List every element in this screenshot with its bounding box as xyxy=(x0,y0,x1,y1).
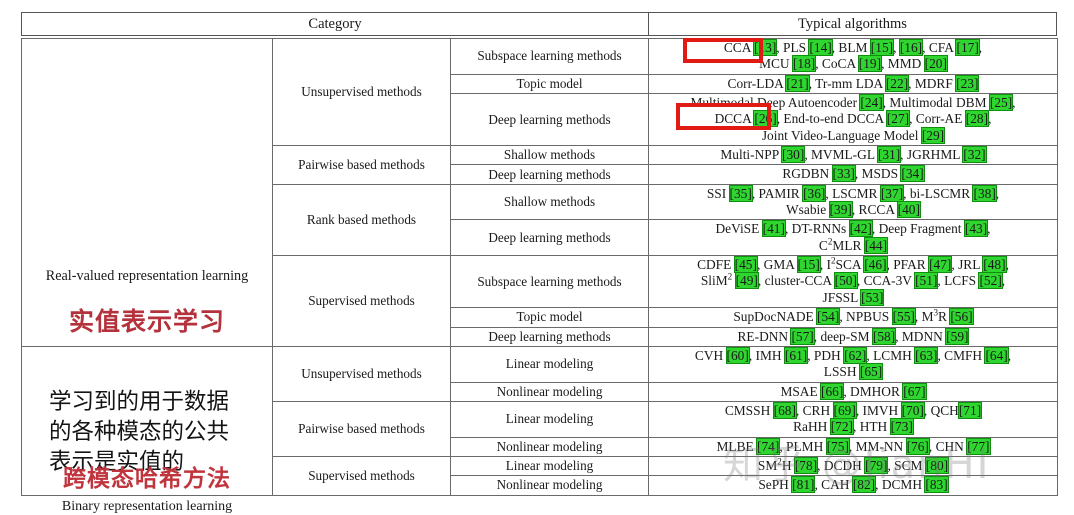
subtype-linear: Linear modeling xyxy=(450,345,649,383)
section-title-cn: 跨模态哈希方法 xyxy=(63,465,231,492)
algorithms-cell-r3: Multimodal Deep Autoencoder [24], Multim… xyxy=(648,93,1058,147)
table-header-row: Category Typical algorithms xyxy=(21,12,1057,36)
algorithms-cell-r15: SM2H [78], DCDH [79], SCM [80] xyxy=(648,455,1058,477)
section-title-en: Binary representation learning xyxy=(61,498,233,514)
subtype-deep: Deep learning methods xyxy=(450,93,649,147)
subtype-shallow: Shallow methods xyxy=(450,145,649,166)
subtype-linear: Linear modeling xyxy=(450,400,649,438)
section-cell-real-valued: Real-valued representation learning 实值表示… xyxy=(21,38,273,475)
table-row: 跨模态哈希方法 Binary representation learning U… xyxy=(21,345,1058,514)
table-figure: Category Typical algorithms Real-valued … xyxy=(0,0,1074,514)
header-category: Category xyxy=(22,13,649,35)
subtype-subspace: Subspace learning methods xyxy=(450,255,649,309)
algorithms-cell-r12: MSAE [66], DMHOR [67] xyxy=(648,381,1058,402)
group-unsupervised-rv: Unsupervised methods xyxy=(272,37,451,147)
group-unsupervised-bin: Unsupervised methods xyxy=(272,345,451,402)
algorithms-cell-r4: Multi-NPP [30], MVML-GL [31], JGRHML [32… xyxy=(648,145,1058,166)
algorithms-cell-r1: CCA [13], PLS [14], BLM [15], [16], CFA … xyxy=(648,38,1058,75)
group-pairwise-bin: Pairwise based methods xyxy=(272,400,451,457)
algorithms-cell-r11: CVH [60], IMH [61], PDH [62], LCMH [63],… xyxy=(648,345,1058,383)
subtype-nonlinear: Nonlinear modeling xyxy=(450,475,649,496)
subtype-deep: Deep learning methods xyxy=(450,164,649,185)
table-row: Real-valued representation learning 实值表示… xyxy=(21,37,1058,475)
subtype-topic: Topic model xyxy=(450,73,649,95)
algorithms-cell-r16: SePH [81], CAH [82], DCMH [83] xyxy=(648,475,1058,496)
subtype-nonlinear: Nonlinear modeling xyxy=(450,436,649,457)
section-title-en: Real-valued representation learning xyxy=(45,268,249,285)
header-typical-algorithms: Typical algorithms xyxy=(798,15,907,32)
taxonomy-table: Real-valued representation learning 实值表示… xyxy=(21,37,1058,514)
subtype-nonlinear: Nonlinear modeling xyxy=(450,381,649,402)
algorithms-cell-r5: RGDBN [33], MSDS [34] xyxy=(648,164,1058,185)
algorithms-cell-r6: SSI [35], PAMIR [36], LSCMR [37], bi-LSC… xyxy=(648,183,1058,221)
subtype-deep: Deep learning methods xyxy=(450,326,649,347)
subtype-shallow: Shallow methods xyxy=(450,183,649,221)
subtype-subspace: Subspace learning methods xyxy=(450,38,649,75)
algorithms-cell-r8: CDFE [45], GMA [15], I2SCA [46], PFAR [4… xyxy=(648,255,1058,309)
subtype-topic: Topic model xyxy=(450,307,649,328)
group-rank-rv: Rank based methods xyxy=(272,183,451,257)
group-pairwise-rv: Pairwise based methods xyxy=(272,145,451,185)
subtype-deep: Deep learning methods xyxy=(450,219,649,257)
algorithms-cell-r2: Corr-LDA [21], Tr-mm LDA [22], MDRF [23] xyxy=(648,73,1058,95)
algorithms-cell-r14: MLBE [74], PLMH [75], MM-NN [76], CHN [7… xyxy=(648,436,1058,457)
group-supervised-bin: Supervised methods xyxy=(272,455,451,496)
section-cell-binary: 跨模态哈希方法 Binary representation learning xyxy=(21,345,273,514)
algorithms-cell-r7: DeViSE [41], DT-RNNs [42], Deep Fragment… xyxy=(648,219,1058,257)
section-title-cn: 实值表示学习 xyxy=(68,307,225,337)
algorithms-cell-r9: SupDocNADE [54], NPBUS [55], M3R [56] xyxy=(648,307,1058,328)
algorithms-cell-r10: RE-DNN [57], deep-SM [58], MDNN [59] xyxy=(648,326,1058,347)
subtype-linear: Linear modeling xyxy=(450,455,649,477)
group-supervised-rv: Supervised methods xyxy=(272,255,451,347)
algorithms-cell-r13: CMSSH [68], CRH [69], IMVH [70], QCH[71]… xyxy=(648,400,1058,438)
